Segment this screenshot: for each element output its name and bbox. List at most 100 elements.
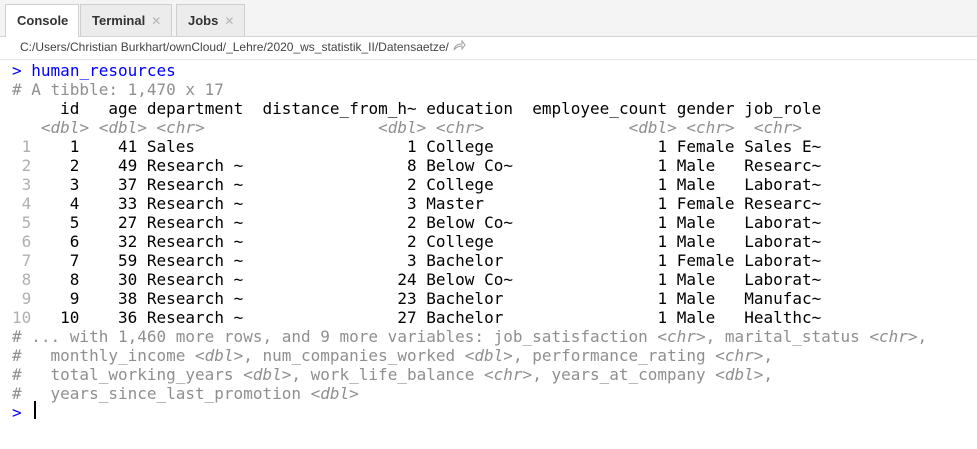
footer-text: # monthly_income (12, 346, 196, 365)
table-cell: Master (426, 194, 513, 213)
table-row: 3 3 37 Research ~ 2 College 1 Male Labor… (12, 175, 822, 194)
table-cell: Male (676, 232, 735, 251)
column-type: <dbl> (98, 118, 147, 137)
tab-console[interactable]: Console (5, 4, 80, 37)
column-header: age (89, 99, 138, 118)
table-cell: Sales (146, 137, 244, 156)
table-row: 7 7 59 Research ~ 3 Bachelor 1 Female La… (12, 251, 822, 270)
table-row: 10 10 36 Research ~ 27 Bachelor 1 Male H… (12, 308, 821, 327)
footer-text: , num_companies_worked (243, 346, 465, 365)
table-header: id age department distance_from_h~ educa… (12, 99, 821, 118)
column-type: <chr> (869, 327, 918, 346)
table-cell: 1 (522, 251, 668, 270)
tab-jobs[interactable]: Jobs ✕ (176, 4, 246, 36)
table-cell: 1 (252, 137, 417, 156)
tab-terminal[interactable]: Terminal ✕ (80, 4, 173, 36)
table-cell: 2 (252, 213, 417, 232)
table-cell: Below Co~ (426, 213, 513, 232)
close-icon[interactable]: ✕ (224, 14, 234, 28)
table-cell: 37 (89, 175, 138, 194)
column-header: job_role (744, 99, 822, 118)
footer-text: , (917, 327, 928, 346)
row-number-header (12, 118, 31, 137)
console-output[interactable]: > human_resources # A tibble: 1,470 x 17 … (0, 61, 977, 449)
footer-text: # total_working_years (12, 365, 244, 384)
column-header: education (426, 99, 513, 118)
prompt-symbol: > (12, 403, 22, 422)
column-header: employee_count (522, 99, 668, 118)
text-cursor[interactable] (34, 401, 36, 419)
column-type: <chr> (686, 118, 745, 137)
column-type: <dbl> (310, 384, 359, 403)
table-cell: 27 (252, 308, 417, 327)
column-type: <dbl> (464, 346, 513, 365)
table-cell: 8 (252, 156, 417, 175)
table-cell: Laborat~ (744, 175, 822, 194)
table-cell: Research ~ (146, 251, 244, 270)
table-cell: 32 (89, 232, 138, 251)
column-type: <dbl> (40, 118, 90, 137)
table-cell: 30 (89, 270, 138, 289)
table-cell: Research ~ (146, 232, 244, 251)
table-row: 8 8 30 Research ~ 24 Below Co~ 1 Male La… (12, 270, 822, 289)
footer-text: # years_since_last_promotion (12, 384, 311, 403)
column-type: <dbl> (532, 118, 677, 137)
working-directory-bar: C:/Users/Christian Burkhart/ownCloud/_Le… (0, 37, 977, 60)
table-cell: 24 (252, 270, 417, 289)
row-number-header (12, 99, 31, 118)
table-cell: Male (676, 308, 735, 327)
column-type: <chr> (657, 327, 706, 346)
table-types: <dbl> <dbl> <chr> <dbl> <chr> <dbl> <chr… (12, 118, 831, 137)
pane-tab-bar: Console Terminal ✕ Jobs ✕ (0, 0, 977, 37)
go-to-directory-icon[interactable] (453, 39, 466, 54)
table-cell: 1 (522, 270, 668, 289)
row-number: 5 (12, 213, 32, 232)
row-number: 6 (12, 232, 32, 251)
table-row: 2 2 49 Research ~ 8 Below Co~ 1 Male Res… (12, 156, 822, 175)
column-type: <chr> (435, 118, 523, 137)
tab-terminal-label: Terminal (92, 13, 146, 28)
footer-text: , (763, 365, 774, 384)
table-cell: 38 (89, 289, 138, 308)
table-cell: 1 (522, 213, 668, 232)
table-cell: Female (676, 137, 735, 156)
close-icon[interactable]: ✕ (151, 14, 161, 28)
row-number: 1 (12, 137, 32, 156)
